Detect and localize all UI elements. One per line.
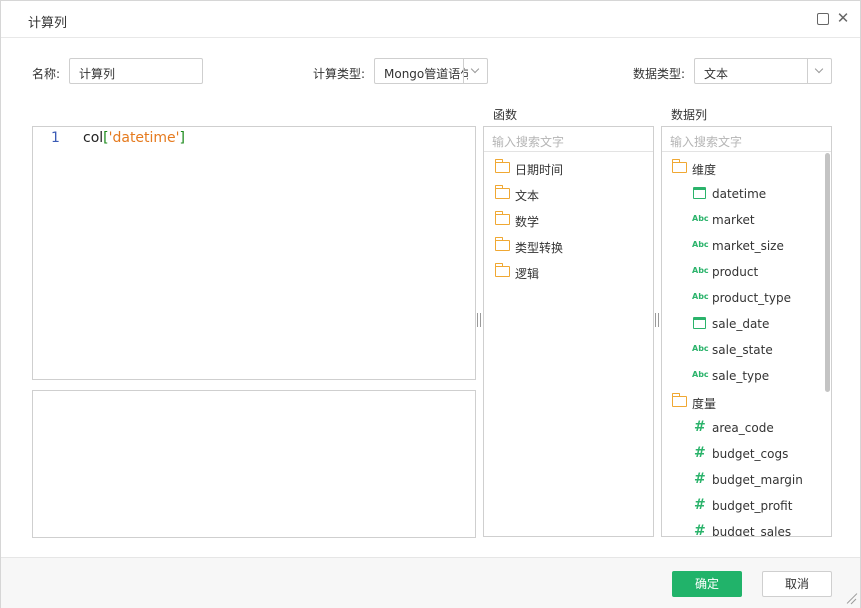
number-hash-icon: #: [694, 523, 706, 537]
chevron-down-icon[interactable]: [463, 59, 487, 83]
folder-icon: [671, 393, 687, 407]
function-folder-math[interactable]: 数学: [484, 206, 653, 232]
calc-type-label: 计算类型:: [313, 67, 366, 81]
editor-code-line: col['datetime']: [83, 130, 185, 146]
column-item-label: budget_margin: [712, 473, 803, 487]
ok-button[interactable]: 确定: [672, 571, 742, 597]
column-item-label: sale_date: [712, 317, 770, 331]
name-input-value: 计算列: [79, 67, 116, 81]
column-item-label: sale_state: [712, 343, 773, 357]
expression-editor[interactable]: 1 col['datetime']: [32, 126, 476, 380]
data-type-value: 文本: [704, 67, 729, 81]
column-item-datetime[interactable]: datetime: [662, 180, 831, 206]
name-label: 名称:: [32, 67, 61, 81]
text-abc-icon: Abc: [692, 214, 709, 223]
column-item-budget-cogs[interactable]: # budget_cogs: [662, 440, 831, 466]
column-item-label: budget_cogs: [712, 447, 789, 461]
function-folder-text[interactable]: 文本: [484, 180, 653, 206]
column-item-sale-date[interactable]: sale_date: [662, 310, 831, 336]
calc-type-select[interactable]: Mongo管道语句: [374, 58, 488, 84]
close-icon[interactable]: ✕: [836, 9, 850, 27]
data-type-select[interactable]: 文本: [694, 58, 832, 84]
code-close-bracket: ]: [179, 130, 185, 146]
date-icon: [693, 187, 706, 199]
column-folder-label: 度量: [692, 397, 717, 411]
column-item-label: datetime: [712, 187, 767, 201]
functions-panel: 输入搜索文字 日期时间 文本 数学 类型转换 逻辑: [483, 126, 654, 537]
text-abc-icon: Abc: [692, 240, 709, 249]
maximize-icon[interactable]: [817, 13, 829, 25]
dialog-title: 计算列: [28, 16, 68, 31]
chevron-down-icon[interactable]: [807, 59, 831, 83]
functions-header: 函数: [493, 108, 518, 122]
number-hash-icon: #: [694, 445, 706, 461]
calc-type-value: Mongo管道语句: [384, 67, 468, 81]
folder-icon: [494, 263, 510, 277]
column-item-label: product_type: [712, 291, 791, 305]
column-item-sale-state[interactable]: Abc sale_state: [662, 336, 831, 362]
function-folder-label: 数学: [515, 215, 540, 229]
column-folder-label: 维度: [692, 163, 717, 177]
function-folder-label: 文本: [515, 189, 540, 203]
calculated-column-dialog: 计算列 ✕ 名称: 计算列 计算类型: Mongo管道语句 数据类型: 文本 1…: [0, 0, 861, 608]
column-item-label: market_size: [712, 239, 784, 253]
function-folder-label: 逻辑: [515, 267, 540, 281]
editor-line-number: 1: [51, 130, 60, 146]
functions-search-placeholder: 输入搜索文字: [492, 135, 565, 149]
code-identifier: col: [83, 130, 104, 146]
folder-icon: [494, 237, 510, 251]
text-abc-icon: Abc: [692, 266, 709, 275]
columns-header: 数据列: [671, 108, 708, 122]
data-type-label: 数据类型:: [633, 67, 686, 81]
dialog-titlebar: 计算列 ✕: [1, 1, 860, 38]
columns-search-input[interactable]: 输入搜索文字: [662, 127, 831, 152]
columns-scrollbar[interactable]: [825, 153, 830, 392]
column-item-market-size[interactable]: Abc market_size: [662, 232, 831, 258]
number-hash-icon: #: [694, 471, 706, 487]
column-item-budget-sales[interactable]: # budget_sales: [662, 518, 831, 537]
function-folder-datetime[interactable]: 日期时间: [484, 154, 653, 180]
column-item-product-type[interactable]: Abc product_type: [662, 284, 831, 310]
code-string: 'datetime': [108, 130, 180, 146]
number-hash-icon: #: [694, 419, 706, 435]
column-item-sale-type[interactable]: Abc sale_type: [662, 362, 831, 388]
folder-icon: [494, 211, 510, 225]
function-folder-label: 类型转换: [515, 241, 564, 255]
column-item-label: budget_sales: [712, 525, 792, 537]
column-item-label: market: [712, 213, 755, 227]
function-folder-type-conversion[interactable]: 类型转换: [484, 232, 653, 258]
functions-splitter-handle[interactable]: [655, 313, 659, 327]
text-abc-icon: Abc: [692, 344, 709, 353]
text-abc-icon: Abc: [692, 292, 709, 301]
column-folder-dimension[interactable]: 维度: [662, 154, 831, 180]
result-output-area[interactable]: [32, 390, 476, 538]
text-abc-icon: Abc: [692, 370, 709, 379]
date-icon: [693, 317, 706, 329]
column-item-label: area_code: [712, 421, 774, 435]
column-item-market[interactable]: Abc market: [662, 206, 831, 232]
editor-splitter-handle[interactable]: [477, 313, 481, 327]
function-folder-logic[interactable]: 逻辑: [484, 258, 653, 284]
folder-icon: [671, 159, 687, 173]
columns-search-placeholder: 输入搜索文字: [670, 135, 743, 149]
folder-icon: [494, 159, 510, 173]
column-folder-measure[interactable]: 度量: [662, 388, 831, 414]
cancel-button[interactable]: 取消: [762, 571, 832, 597]
functions-search-input[interactable]: 输入搜索文字: [484, 127, 653, 152]
resize-grip-icon[interactable]: [844, 591, 858, 605]
folder-icon: [494, 185, 510, 199]
columns-panel: 输入搜索文字 维度 datetime Abc market Abc market…: [661, 126, 832, 537]
column-item-budget-profit[interactable]: # budget_profit: [662, 492, 831, 518]
column-item-area-code[interactable]: # area_code: [662, 414, 831, 440]
column-item-product[interactable]: Abc product: [662, 258, 831, 284]
column-item-label: sale_type: [712, 369, 770, 383]
column-item-label: budget_profit: [712, 499, 793, 513]
column-item-label: product: [712, 265, 759, 279]
function-folder-label: 日期时间: [515, 163, 564, 177]
number-hash-icon: #: [694, 497, 706, 513]
column-item-budget-margin[interactable]: # budget_margin: [662, 466, 831, 492]
name-input[interactable]: 计算列: [69, 58, 203, 84]
